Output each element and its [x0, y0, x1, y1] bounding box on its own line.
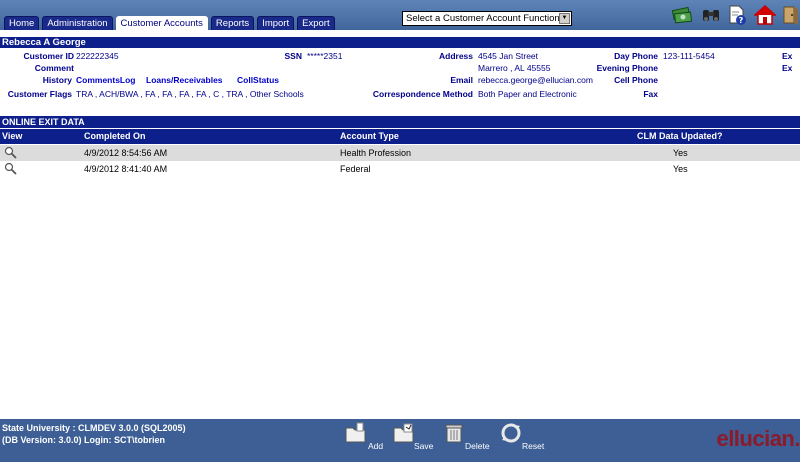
save-folder-icon — [393, 423, 414, 443]
tab-administration[interactable]: Administration — [42, 16, 113, 30]
online-exit-data-header: ONLINE EXIT DATA — [0, 116, 800, 128]
col-clm-data-updated: CLM Data Updated? — [637, 131, 723, 141]
address-line1: 4545 Jan Street — [478, 51, 539, 61]
save-button[interactable]: Save — [392, 422, 434, 452]
customer-flags-value: TRA , ACH/BWA , FA , FA , FA , FA , C , … — [76, 89, 304, 99]
customer-account-function-select[interactable]: Select a Customer Account Function ▼ — [402, 11, 572, 26]
col-view: View — [2, 131, 23, 141]
correspondence-method-value: Both Paper and Electronic — [478, 89, 577, 99]
ssn-value: *****2351 — [307, 51, 343, 61]
tab-reports[interactable]: Reports — [210, 16, 255, 30]
svg-text:?: ? — [739, 16, 744, 25]
footer-bar: State University : CLMDEV 3.0.0 (SQL2005… — [0, 419, 800, 462]
trash-can-icon — [445, 424, 463, 443]
reset-button[interactable]: Reset — [500, 422, 550, 452]
save-button-label: Save — [414, 441, 434, 451]
tab-customer-accounts[interactable]: Customer Accounts — [115, 16, 208, 30]
top-navigation-bar: Home Administration Customer Accounts Re… — [0, 0, 800, 30]
magnifier-view-icon[interactable] — [4, 162, 18, 175]
delete-button[interactable]: Delete — [444, 422, 494, 452]
reset-button-label: Reset — [522, 441, 545, 451]
fax-label: Fax — [643, 89, 658, 99]
history-label: History — [42, 75, 72, 85]
chevron-down-icon[interactable]: ▼ — [559, 13, 570, 24]
delete-button-label: Delete — [465, 441, 490, 451]
email-value: rebecca.george@ellucian.com — [478, 75, 593, 85]
ellucian-logo: ellucian. — [716, 426, 800, 451]
exit-data-column-header: View Completed On Account Type CLM Data … — [0, 129, 800, 144]
col-account-type: Account Type — [340, 131, 399, 141]
loans-receivables-link[interactable]: Loans/Receivables — [146, 75, 223, 85]
correspondence-method-label: Correspondence Method — [372, 89, 473, 99]
cell-clm-updated: Yes — [673, 164, 688, 174]
email-label: Email — [450, 75, 473, 85]
ex-label-2: Ex — [782, 63, 793, 73]
cell-account-type: Federal — [340, 164, 371, 174]
table-row[interactable]: 4/9/2012 8:54:56 AM Health Profession Ye… — [0, 145, 800, 161]
help-document-icon[interactable]: ? — [726, 4, 748, 26]
address-label: Address — [438, 51, 473, 61]
add-button[interactable]: Add — [344, 422, 386, 452]
customer-id-label: Customer ID — [23, 51, 74, 61]
ex-label-1: Ex — [782, 51, 793, 61]
comment-label: Comment — [34, 63, 74, 73]
money-icon[interactable] — [671, 4, 693, 26]
home-icon[interactable] — [753, 4, 777, 26]
tab-bar: Home Administration Customer Accounts Re… — [4, 16, 338, 30]
add-button-label: Add — [368, 441, 384, 451]
tab-home[interactable]: Home — [4, 16, 40, 30]
col-completed-on: Completed On — [84, 131, 146, 141]
add-folder-icon — [345, 422, 366, 443]
table-row[interactable]: 4/9/2012 8:41:40 AM Federal Yes — [0, 161, 800, 177]
coll-status-link[interactable]: CollStatus — [237, 75, 279, 85]
address-line2: Marrero , AL 45555 — [478, 63, 551, 73]
magnifier-view-icon[interactable] — [4, 146, 18, 159]
cell-clm-updated: Yes — [673, 148, 688, 158]
function-select-value: Select a Customer Account Function — [406, 13, 560, 24]
customer-name-header: Rebecca A George — [0, 37, 800, 48]
logout-icon[interactable] — [779, 4, 800, 26]
reset-arrows-icon — [501, 423, 521, 443]
comments-log-link[interactable]: CommentsLog — [76, 75, 136, 85]
system-info-line2: (DB Version: 3.0.0) Login: SCT\tobrien — [2, 435, 166, 445]
binoculars-icon[interactable] — [700, 4, 722, 26]
day-phone-value: 123-111-5454 — [663, 51, 715, 61]
cell-account-type: Health Profession — [340, 148, 412, 158]
day-phone-label: Day Phone — [614, 51, 658, 61]
ssn-label: SSN — [284, 51, 302, 61]
customer-id-value: 222222345 — [76, 51, 119, 61]
customer-flags-label: Customer Flags — [7, 89, 72, 99]
cell-completed-on: 4/9/2012 8:54:56 AM — [84, 148, 168, 158]
system-info-line1: State University : CLMDEV 3.0.0 (SQL2005… — [2, 423, 186, 433]
cell-phone-label: Cell Phone — [614, 75, 658, 85]
evening-phone-label: Evening Phone — [596, 63, 658, 73]
tab-export[interactable]: Export — [297, 16, 335, 30]
system-info: State University : CLMDEV 3.0.0 (SQL2005… — [2, 422, 186, 446]
tab-import[interactable]: Import — [257, 16, 295, 30]
cell-completed-on: 4/9/2012 8:41:40 AM — [84, 164, 168, 174]
